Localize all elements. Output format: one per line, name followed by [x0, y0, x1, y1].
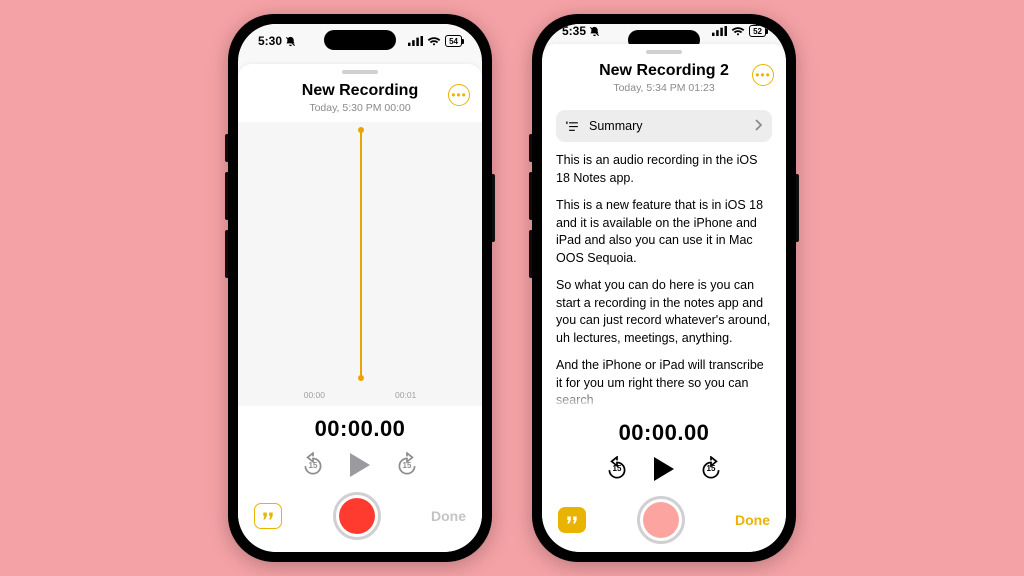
- status-time: 5:30: [258, 34, 282, 48]
- dnd-icon: [285, 36, 296, 47]
- play-icon: [654, 457, 674, 481]
- recording-subtitle: Today, 5:34 PM 01:23: [578, 82, 750, 94]
- battery-icon: 52: [749, 25, 766, 37]
- recording-sheet: New Recording Today, 5:30 PM 00:00 ••• 0…: [238, 64, 482, 552]
- play-icon: [350, 453, 370, 477]
- play-button[interactable]: [654, 457, 674, 481]
- skip-back-button[interactable]: 15: [604, 456, 630, 482]
- wifi-icon: [731, 26, 745, 37]
- record-button[interactable]: [333, 492, 381, 540]
- skip-forward-button[interactable]: 15: [698, 456, 724, 482]
- transcript-text[interactable]: This is an audio recording in the iOS 18…: [556, 152, 772, 410]
- screen: 5:30 54 New Recording Today, 5:30 PM 00:…: [238, 24, 482, 552]
- summary-label: Summary: [589, 119, 642, 133]
- status-time: 5:35: [562, 24, 586, 38]
- quote-icon: [261, 510, 275, 522]
- waveform-tick: 00:00: [304, 390, 325, 400]
- transcript-button[interactable]: [254, 503, 282, 529]
- screen: 5:35 52 New Recording 2 Today, 5:34 PM 0…: [542, 24, 786, 552]
- dnd-icon: [589, 26, 600, 37]
- summary-icon: [566, 120, 581, 133]
- playhead-indicator: [360, 130, 362, 378]
- playback-timer: 00:00.00: [542, 420, 786, 446]
- summary-button[interactable]: Summary: [556, 110, 772, 142]
- signal-icon: [712, 26, 727, 36]
- skip-back-button[interactable]: 15: [300, 452, 326, 478]
- recording-sheet: New Recording 2 Today, 5:34 PM 01:23 •••…: [542, 44, 786, 552]
- waveform-tick: 00:01: [395, 390, 416, 400]
- playback-timer: 00:00.00: [238, 416, 482, 442]
- recording-title[interactable]: New Recording 2: [578, 62, 750, 80]
- recording-title[interactable]: New Recording: [274, 82, 446, 100]
- phone-left: 5:30 54 New Recording Today, 5:30 PM 00:…: [228, 14, 492, 562]
- transcript-paragraph: So what you can do here is you can start…: [556, 277, 772, 347]
- quote-icon: [565, 514, 579, 526]
- phone-right: 5:35 52 New Recording 2 Today, 5:34 PM 0…: [532, 14, 796, 562]
- more-button[interactable]: •••: [448, 84, 470, 106]
- transcript-paragraph: This is a new feature that is in iOS 18 …: [556, 197, 772, 267]
- record-icon: [339, 498, 375, 534]
- recording-subtitle: Today, 5:30 PM 00:00: [274, 102, 446, 114]
- waveform-area[interactable]: 00:00 00:01: [238, 122, 482, 406]
- done-button: Done: [431, 508, 466, 524]
- status-bar: 5:35 52: [542, 24, 786, 38]
- sheet-grabber[interactable]: [646, 50, 682, 54]
- signal-icon: [408, 36, 423, 46]
- chevron-right-icon: [754, 119, 762, 134]
- play-button[interactable]: [350, 453, 370, 477]
- skip-forward-button[interactable]: 15: [394, 452, 420, 478]
- dynamic-island: [324, 30, 396, 50]
- transcript-paragraph: This is an audio recording in the iOS 18…: [556, 152, 772, 187]
- battery-icon: 54: [445, 35, 462, 47]
- done-button[interactable]: Done: [735, 512, 770, 528]
- record-icon: [643, 502, 679, 538]
- record-button[interactable]: [637, 496, 685, 544]
- sheet-grabber[interactable]: [342, 70, 378, 74]
- more-button[interactable]: •••: [752, 64, 774, 86]
- status-bar: 5:30 54: [238, 24, 482, 58]
- transcript-button[interactable]: [558, 507, 586, 533]
- wifi-icon: [427, 36, 441, 47]
